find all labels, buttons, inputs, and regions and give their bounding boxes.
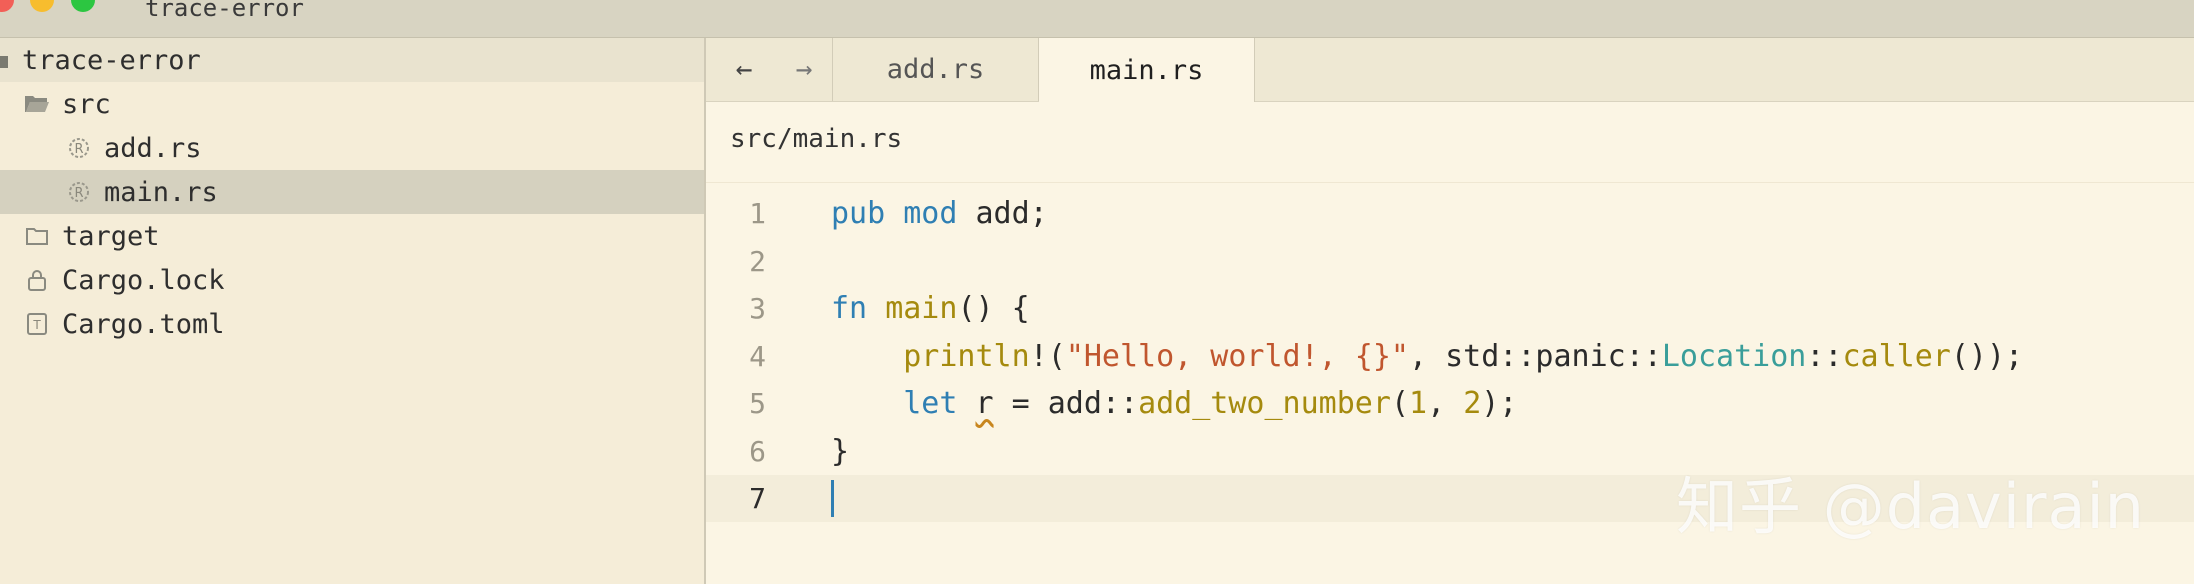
- line-number: 2: [749, 244, 766, 278]
- code-token: );: [1481, 386, 1518, 421]
- code-line[interactable]: 1 pub mod add;: [706, 190, 2194, 237]
- tab-label: main.rs: [1089, 54, 1204, 86]
- watermark: 知乎 @davirain: [1676, 470, 2145, 543]
- line-number: 3: [749, 292, 766, 325]
- folder-open-icon: [24, 91, 50, 117]
- line-number: 5: [749, 387, 766, 420]
- code-token: r: [975, 386, 994, 421]
- tree-item-label: trace-error: [22, 44, 201, 76]
- folder-icon: [24, 223, 50, 249]
- svg-text:T: T: [32, 318, 41, 332]
- tree-item-cargo-lock[interactable]: Cargo.lock: [0, 258, 704, 302]
- tree-item-label: src: [62, 88, 111, 120]
- code-token: = add::: [993, 386, 1139, 421]
- code-token: (: [1390, 386, 1409, 421]
- breadcrumb[interactable]: src/main.rs: [730, 124, 902, 154]
- code-token: Location: [1661, 338, 1807, 374]
- tree-item-cargo-toml[interactable]: T Cargo.toml: [0, 302, 704, 346]
- tab-bar: ← → add.rs main.rs: [706, 38, 2194, 102]
- code-token: () {: [957, 291, 1030, 326]
- code-text: }: [831, 434, 849, 469]
- code-token: caller: [1842, 338, 1951, 374]
- code-token: "Hello, world!, {}": [1065, 338, 1409, 374]
- code-token: println: [903, 338, 1030, 374]
- tab-add-rs[interactable]: add.rs: [833, 38, 1039, 101]
- window-title: trace-error: [145, 0, 304, 22]
- code-token: pub: [831, 196, 886, 231]
- code-token: mod: [903, 196, 958, 231]
- zoom-window-button[interactable]: [71, 0, 95, 12]
- minimize-window-button[interactable]: [30, 0, 54, 12]
- code-token: 2: [1463, 386, 1482, 421]
- line-number: 7: [749, 482, 766, 515]
- lock-file-icon: [24, 267, 50, 293]
- tab-label: add.rs: [886, 54, 985, 85]
- close-window-button[interactable]: [0, 0, 14, 12]
- text-cursor: [831, 480, 834, 517]
- back-arrow-icon[interactable]: ←: [724, 52, 764, 85]
- folder-icon: [0, 47, 12, 73]
- tree-item-main-rs[interactable]: R main.rs: [0, 170, 704, 214]
- code-text: pub mod add;: [831, 196, 1048, 231]
- tree-item-label: add.rs: [104, 132, 202, 164]
- code-token: ,: [1427, 386, 1464, 421]
- code-text: fn main() {: [831, 291, 1030, 326]
- code-token: let: [903, 386, 958, 421]
- tree-item-label: target: [62, 220, 160, 252]
- code-token: }: [831, 433, 850, 469]
- code-token: fn: [831, 291, 868, 326]
- code-text: println!("Hello, world!, {}", std::panic…: [831, 339, 2023, 374]
- code-line[interactable]: 2: [706, 238, 2194, 285]
- tree-item-label: Cargo.toml: [62, 308, 225, 340]
- tree-item-src[interactable]: src: [0, 82, 704, 126]
- code-line[interactable]: 3 fn main() {: [706, 285, 2194, 332]
- tab-main-rs[interactable]: main.rs: [1039, 38, 1255, 102]
- title-bar: trace-error: [0, 0, 2194, 38]
- tree-item-target[interactable]: target: [0, 214, 704, 258]
- code-token: , std::panic::: [1408, 338, 1662, 374]
- svg-text:R: R: [74, 142, 83, 157]
- code-token: !(: [1029, 338, 1066, 374]
- code-line[interactable]: 4 println!("Hello, world!, {}", std::pan…: [706, 333, 2194, 380]
- code-token: add;: [957, 196, 1048, 231]
- rust-file-icon: R: [66, 135, 92, 161]
- code-token: ::: [1806, 338, 1843, 374]
- code-line[interactable]: 5 let r = add::add_two_number(1, 2);: [706, 380, 2194, 427]
- svg-text:R: R: [74, 186, 83, 201]
- divider: [706, 182, 2194, 183]
- code-token: 1: [1409, 386, 1428, 421]
- line-number: 1: [749, 197, 766, 230]
- code-token: ());: [1950, 338, 2024, 374]
- tree-item-label: main.rs: [104, 176, 218, 208]
- line-number: 6: [749, 434, 766, 468]
- code-token: add_two_number: [1138, 386, 1391, 421]
- tree-item-trace-error[interactable]: trace-error: [0, 38, 704, 82]
- forward-arrow-icon[interactable]: →: [784, 52, 824, 85]
- tree-item-add-rs[interactable]: R add.rs: [0, 126, 704, 170]
- line-number: 4: [749, 339, 766, 373]
- toml-file-icon: T: [24, 311, 50, 337]
- code-text: let r = add::add_two_number(1, 2);: [831, 386, 1517, 421]
- project-sidebar: trace-error src R add.rs R main.rs targe…: [0, 38, 706, 584]
- code-token: main: [885, 291, 958, 326]
- tree-item-label: Cargo.lock: [62, 264, 225, 296]
- rust-file-icon: R: [66, 179, 92, 205]
